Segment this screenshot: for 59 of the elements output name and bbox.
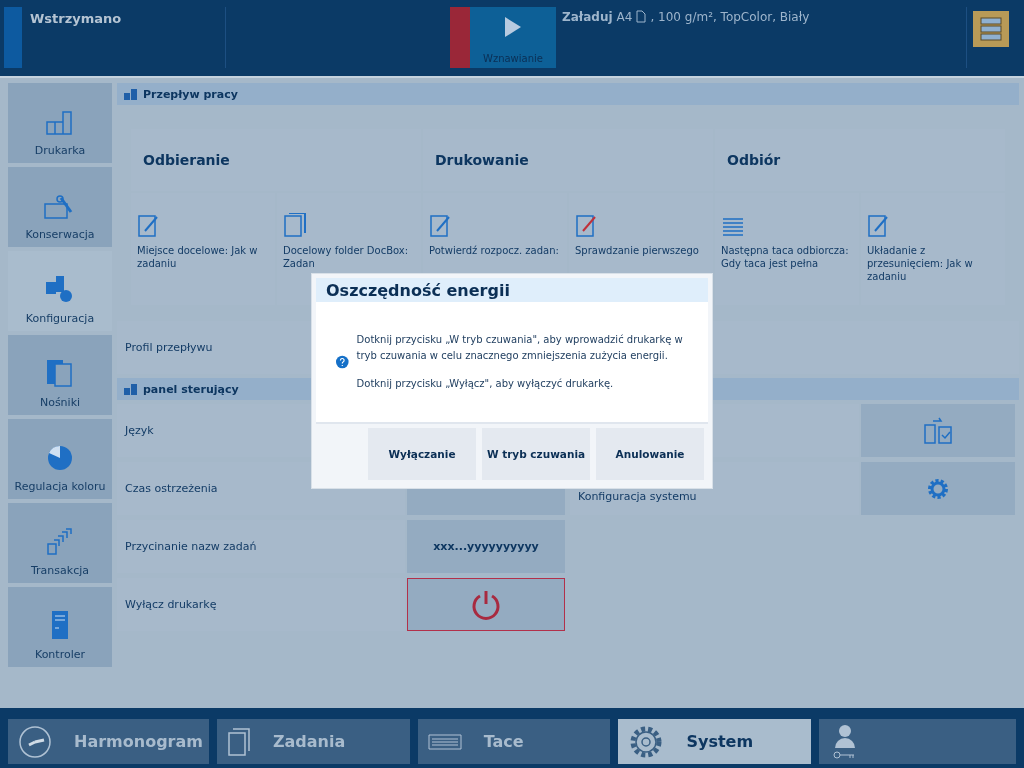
- value-button[interactable]: xxx...yyyyyyyyyy: [407, 520, 565, 573]
- sidebar-item[interactable]: Kontroler: [8, 587, 112, 667]
- media-icon: [45, 358, 75, 388]
- nav-tab[interactable]: Zadania: [216, 719, 410, 764]
- nav-tab[interactable]: System: [618, 719, 812, 764]
- sidebar-item[interactable]: Drukarka: [8, 83, 112, 163]
- workflow-icon: [123, 382, 139, 396]
- tray-icon: [427, 733, 462, 750]
- user-button[interactable]: [819, 719, 1016, 764]
- dialog-button[interactable]: Anulowanie: [596, 428, 704, 480]
- clock-icon: [18, 724, 52, 759]
- workflow-icon: [123, 87, 139, 101]
- media-details: , 100 g/m², TopColor, Biały: [650, 10, 810, 24]
- dialog-message: Dotknij przycisku „W tryb czuwania", aby wprowadzić drukarkę w tryb czuwania w celu znacznego zmniejszenia zużycia energii.: [356, 333, 684, 363]
- dialog-button[interactable]: W tryb czuwania: [482, 428, 590, 480]
- dialog-button[interactable]: Wyłączanie: [368, 428, 476, 480]
- sidebar-item[interactable]: Transakcja: [8, 503, 112, 583]
- sidebar-item[interactable]: Konfiguracja: [8, 251, 112, 331]
- documents-button[interactable]: [861, 404, 1015, 457]
- documents-icon: [226, 726, 251, 757]
- color-wheel-icon: [46, 444, 74, 472]
- document-cross-icon: [575, 213, 599, 239]
- load-label: Załaduj: [562, 10, 613, 24]
- sidebar-item[interactable]: Nośniki: [8, 335, 112, 415]
- status-indicator: [4, 7, 22, 68]
- section-title: panel sterujący: [143, 382, 239, 396]
- settings-button[interactable]: [861, 462, 1015, 515]
- nav-tab[interactable]: Harmonogram: [8, 719, 209, 764]
- page-icon: [636, 10, 647, 23]
- tile-text: Sprawdzanie pierwszego: [575, 244, 700, 257]
- power-button[interactable]: [407, 578, 565, 631]
- section-title: Przepływ pracy: [143, 87, 238, 101]
- server-icon[interactable]: [972, 11, 1009, 47]
- setting-label: Profil przepływu: [125, 341, 213, 354]
- status-text: Wstrzymano: [30, 10, 122, 28]
- power-icon: [470, 588, 502, 621]
- alert-indicator: [450, 7, 470, 68]
- play-icon: [505, 17, 521, 37]
- tile-text: Następna taca odbiorcza: Gdy taca jest pełna: [721, 244, 850, 270]
- documents-icon: [46, 528, 74, 556]
- printer-icon: [45, 110, 75, 136]
- edit-icon: [137, 213, 161, 239]
- dialog-title: Oszczędność energii: [316, 278, 708, 302]
- documents-check-icon: [923, 416, 953, 445]
- tile-text: Docelowy folder DocBox: Zadan: [283, 244, 410, 270]
- folders-icon: [283, 213, 307, 239]
- tile-text: Układanie z przesunięciem: Jak w zadaniu: [867, 244, 974, 283]
- nav-tab[interactable]: Tace: [417, 719, 611, 764]
- settings-icon: [926, 476, 950, 501]
- controller-icon: [51, 610, 69, 640]
- paper-size: A4: [616, 10, 633, 24]
- user-key-icon: [833, 723, 858, 760]
- dialog-message: Dotknij przycisku „Wyłącz", aby wyłączyć drukarkę.: [356, 377, 615, 391]
- tile-text: Miejsce docelowe: Jak w zadaniu: [137, 244, 259, 270]
- sidebar-item[interactable]: Konserwacja: [8, 167, 112, 247]
- edit-icon: [867, 213, 891, 239]
- warning-document-icon: [429, 213, 453, 239]
- sidebar-item[interactable]: Regulacja koloru: [8, 419, 112, 499]
- tile-text: Potwierdź rozpocz. zadan:: [429, 244, 560, 257]
